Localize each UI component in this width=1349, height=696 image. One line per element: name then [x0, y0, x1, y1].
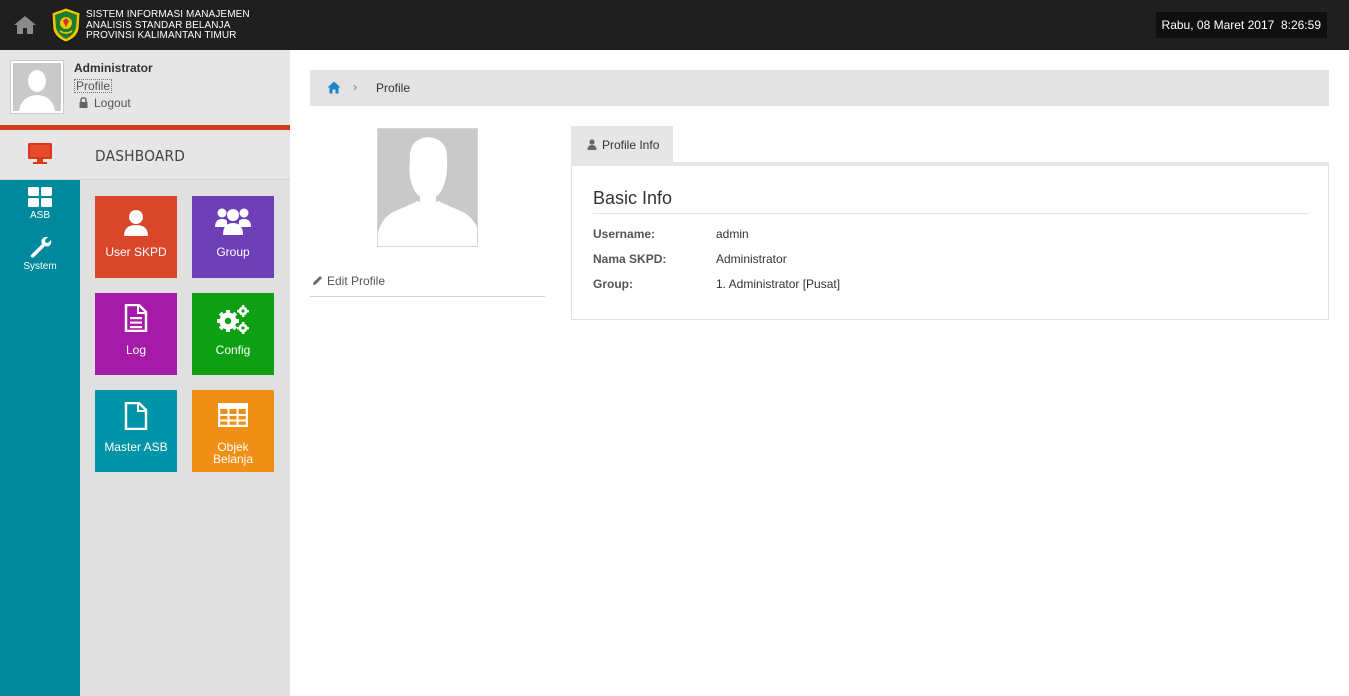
- tile-group[interactable]: Group: [192, 196, 274, 278]
- monitor-icon: [0, 130, 80, 180]
- strip-item-asb[interactable]: ASB: [0, 187, 80, 221]
- tile-label: Objek Belanja: [212, 440, 254, 466]
- user-name: Administrator: [74, 61, 153, 75]
- strip-item-system[interactable]: System: [0, 236, 80, 272]
- profile-link[interactable]: Profile: [74, 79, 113, 93]
- profile-info-panel: Basic Info Username: admin Nama SKPD: Ad…: [571, 166, 1329, 320]
- app-title: SISTEM INFORMASI MANAJEMEN ANALISIS STAN…: [86, 9, 250, 42]
- lock-icon: [79, 97, 88, 108]
- dashboard-header[interactable]: DASHBOARD: [0, 130, 290, 180]
- tile-config[interactable]: Config: [192, 293, 274, 375]
- info-row-group: Group: 1. Administrator [Pusat]: [593, 277, 1309, 293]
- info-row-username: Username: admin: [593, 227, 1309, 243]
- home-icon[interactable]: [13, 14, 37, 36]
- tile-label: Group: [216, 245, 250, 259]
- dashboard-label: DASHBOARD: [95, 147, 186, 165]
- user-icon: [124, 210, 148, 236]
- tile-label: User SKPD: [105, 245, 167, 259]
- wrench-icon: [30, 236, 52, 258]
- tab-profile-info[interactable]: Profile Info: [571, 126, 673, 164]
- field-value: 1. Administrator [Pusat]: [716, 277, 841, 291]
- field-value: Administrator: [716, 252, 787, 266]
- app-title-line: SISTEM INFORMASI MANAJEMEN: [86, 9, 250, 20]
- tile-label: Config: [215, 343, 251, 357]
- logout-link[interactable]: Logout: [79, 96, 131, 110]
- logout-label: Logout: [94, 96, 131, 110]
- tab-label: Profile Info: [602, 138, 660, 152]
- file-icon: [124, 402, 148, 430]
- tile-log[interactable]: Log: [95, 293, 177, 375]
- info-row-nama-skpd: Nama SKPD: Administrator: [593, 252, 1309, 268]
- pencil-icon: [312, 275, 323, 286]
- provincial-emblem-logo: [50, 7, 82, 43]
- divider: [310, 296, 545, 297]
- breadcrumb-home-icon[interactable]: [327, 81, 341, 94]
- section-title: Basic Info: [593, 188, 673, 208]
- tile-label: Master ASB: [104, 440, 168, 454]
- profile-avatar: [377, 128, 478, 247]
- strip-item-label: ASB: [29, 210, 50, 221]
- table-icon: [218, 403, 248, 427]
- datetime-display: Rabu, 08 Maret 2017 8:26:59: [1155, 12, 1327, 38]
- tile-label: Log: [125, 343, 147, 357]
- edit-profile-label: Edit Profile: [327, 274, 386, 288]
- tile-objek-belanja[interactable]: Objek Belanja: [192, 390, 274, 472]
- breadcrumb-current: Profile: [376, 81, 411, 95]
- tile-master-asb[interactable]: Master ASB: [95, 390, 177, 472]
- divider: [593, 213, 1309, 214]
- tile-user-skpd[interactable]: User SKPD: [95, 196, 177, 278]
- grid-icon: [28, 187, 52, 207]
- field-label: Group:: [593, 277, 633, 291]
- field-value: admin: [716, 227, 749, 241]
- edit-profile-link[interactable]: Edit Profile: [312, 274, 385, 288]
- breadcrumb-separator: ›: [353, 80, 357, 94]
- strip-item-label: System: [23, 261, 57, 272]
- document-icon: [124, 304, 148, 332]
- module-strip: ASB System: [0, 180, 80, 696]
- breadcrumb: › Profile: [310, 70, 1329, 106]
- users-icon: [215, 208, 251, 235]
- field-label: Nama SKPD:: [593, 252, 667, 266]
- field-label: Username:: [593, 227, 656, 241]
- top-navbar: SISTEM INFORMASI MANAJEMEN ANALISIS STAN…: [0, 0, 1349, 50]
- app-title-line: PROVINSI KALIMANTAN TIMUR: [86, 30, 237, 41]
- avatar: [10, 60, 64, 114]
- user-icon: [587, 139, 597, 150]
- user-panel: Administrator Profile Logout: [0, 50, 290, 125]
- dashboard-tiles: User SKPD Group Log Config Master ASB Ob…: [80, 180, 290, 696]
- gears-icon: [217, 305, 249, 334]
